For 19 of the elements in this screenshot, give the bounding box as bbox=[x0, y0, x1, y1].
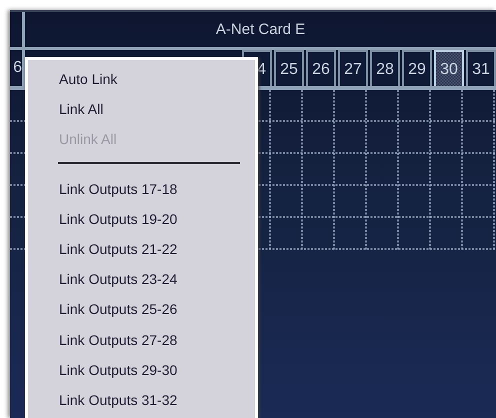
menu-item[interactable]: Link Outputs 25-26 bbox=[28, 294, 255, 324]
menu-item[interactable]: Link Outputs 29-30 bbox=[28, 354, 255, 385]
menu-item[interactable]: Auto Link bbox=[28, 64, 255, 94]
menu-item[interactable]: Link Outputs 23-24 bbox=[28, 264, 255, 294]
menu-item[interactable]: Link Outputs 19-20 bbox=[28, 204, 255, 234]
menu-item[interactable]: Link Outputs 27-28 bbox=[28, 324, 255, 355]
channel-cell[interactable]: 28 bbox=[370, 50, 400, 86]
channel-number[interactable]: 6 bbox=[13, 59, 22, 76]
channel-cell[interactable]: 31 bbox=[466, 50, 496, 86]
channel-cell[interactable]: 29 bbox=[402, 50, 432, 86]
menu-item[interactable]: Link All bbox=[28, 94, 255, 124]
channel-cell[interactable]: 26 bbox=[306, 50, 336, 86]
channel-cell[interactable]: 30 bbox=[434, 50, 464, 86]
channel-cell[interactable]: 27 bbox=[338, 50, 368, 86]
card-title: A-Net Card E bbox=[214, 20, 306, 40]
menu-item[interactable]: Link Outputs 21-22 bbox=[28, 234, 255, 264]
menu-item[interactable]: Link Outputs 31-32 bbox=[28, 384, 255, 416]
menu-item[interactable]: Link Outputs 17-18 bbox=[28, 174, 255, 204]
channel-cell[interactable]: 25 bbox=[274, 50, 304, 86]
